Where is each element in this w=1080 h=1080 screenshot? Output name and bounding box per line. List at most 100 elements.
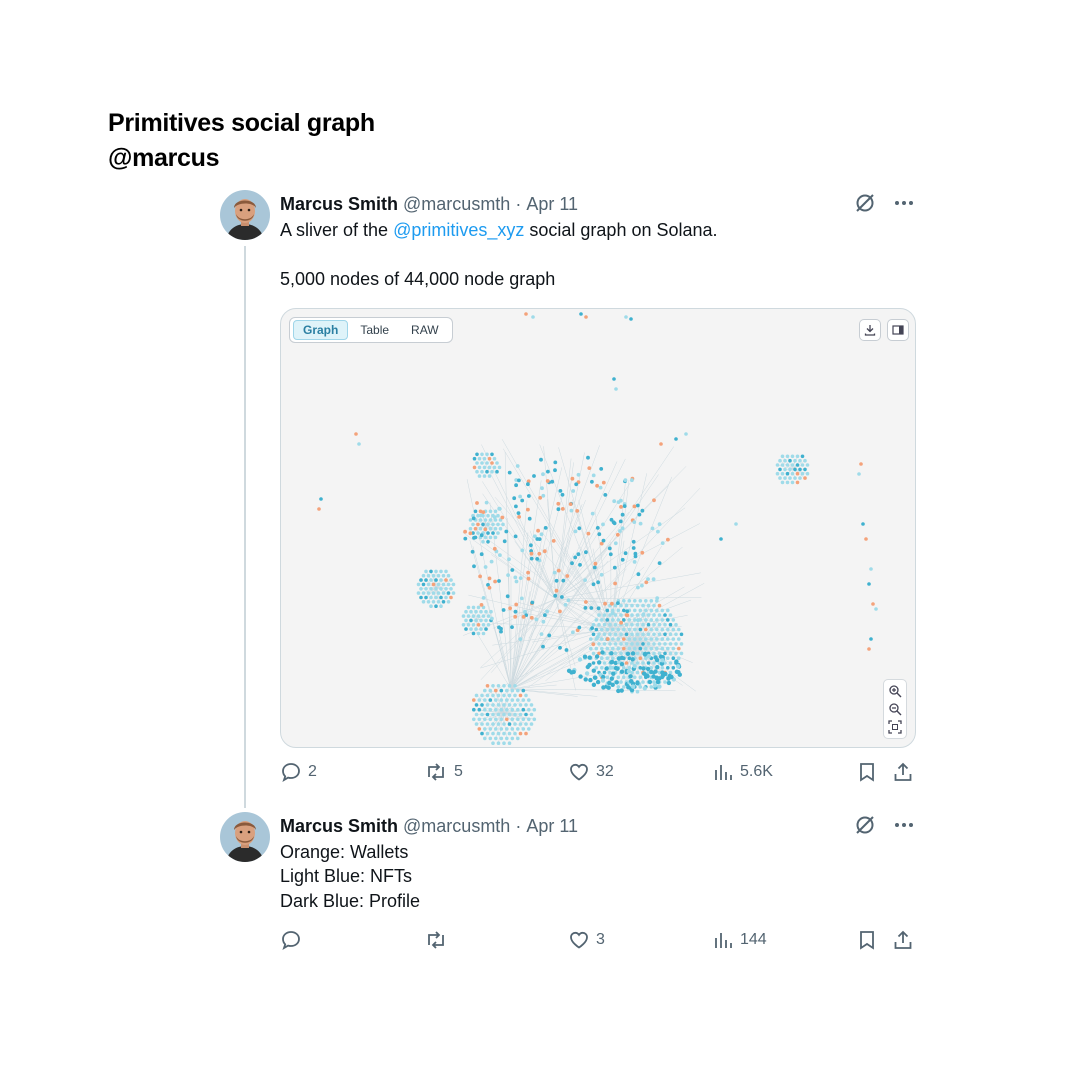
views-button[interactable]: 5.6K [712,761,773,783]
graph-node [585,664,590,670]
graph-node [539,632,544,636]
like-button[interactable]: 32 [568,761,614,783]
graph-node [663,632,667,637]
graph-node [660,666,665,670]
bookmark-button[interactable] [856,761,878,783]
share-button[interactable] [892,761,914,783]
graph-node [483,698,487,702]
download-button[interactable] [859,319,881,341]
graph-node [778,476,782,480]
tweet-date[interactable]: Apr 11 [526,194,578,215]
author-handle[interactable]: @marcusmth [403,816,510,837]
graph-node [644,627,648,632]
graph-node [805,463,810,467]
graph-node [516,736,520,741]
graph-node [510,717,515,722]
zoom-out-icon[interactable] [888,702,902,716]
repost-button[interactable] [424,929,454,951]
zoom-in-icon[interactable] [888,684,902,698]
graph-node [541,619,546,624]
graph-node [633,627,637,632]
author-name[interactable]: Marcus Smith [280,194,398,215]
graph-node [526,482,530,487]
graph-node [513,712,517,717]
reply-button[interactable] [280,929,308,951]
graph-node [613,622,618,627]
graph-node [644,599,648,603]
graph-node [630,478,634,483]
tab-raw[interactable]: RAW [401,320,449,340]
reply-button[interactable]: 2 [280,761,317,783]
graph-node [472,536,476,540]
mention-link[interactable]: @primitives_xyz [393,220,524,240]
graph-node [514,504,518,509]
graph-node [587,655,592,660]
graph-node [576,552,581,557]
tweet-date[interactable]: Apr 11 [526,816,578,837]
author-name[interactable]: Marcus Smith [280,816,398,837]
graph-node [645,666,651,672]
graph-node [803,476,807,480]
tab-table[interactable]: Table [350,320,399,340]
repost-button[interactable]: 5 [424,761,463,783]
graph-node [502,722,506,726]
share-button[interactable] [892,929,914,951]
graph-node [494,727,498,731]
graph-node [527,698,531,702]
graph-node [434,604,438,608]
fit-screen-icon[interactable] [888,720,902,734]
graph-node [869,567,873,571]
graph-node [668,661,673,665]
tab-graph[interactable]: Graph [293,320,349,340]
panel-button[interactable] [887,319,909,341]
graph-node [611,627,615,632]
graph-node [635,651,640,656]
grok-icon[interactable] [854,192,876,214]
author-handle[interactable]: @marcusmth [403,194,510,215]
graph-node [805,471,810,476]
graph-node [487,465,492,470]
graph-node [593,561,598,566]
grok-icon[interactable] [854,814,876,836]
graph-node [496,712,501,717]
views-button[interactable]: 144 [712,929,767,951]
graph-node [613,651,618,656]
graph-node [527,727,531,731]
graph-node [857,472,861,476]
bookmark-button[interactable] [856,929,878,951]
more-icon[interactable] [894,200,914,206]
graph-node [609,660,614,665]
graph-node [488,698,493,702]
graph-node [530,600,535,605]
graph-node [600,666,604,670]
graph-node [466,623,471,627]
graph-node [671,666,676,670]
graph-node [600,650,605,655]
graph-node [553,468,557,473]
graph-node [444,587,448,591]
media-graph-card[interactable]: Graph Table RAW [280,308,916,748]
graph-node [516,717,520,722]
like-button[interactable]: 3 [568,929,605,951]
graph-node [619,669,625,674]
graph-node [788,476,792,480]
views-icon [715,933,732,948]
graph-node [666,627,670,632]
graph-node [558,645,562,650]
graph-node [803,467,807,472]
graph-node [543,613,547,617]
graph-node [671,627,676,632]
graph-node [874,607,878,611]
page-subtitle: @marcus [108,144,220,172]
graph-node [539,532,544,537]
graph-node [602,613,607,617]
graph-node [627,637,632,641]
graph-node [589,606,594,610]
graph-node [526,576,531,581]
graph-node [666,537,670,542]
graph-node [635,622,640,627]
graph-node [553,460,558,465]
more-icon[interactable] [894,822,914,828]
graph-node [622,618,626,622]
graph-edge [510,496,563,690]
